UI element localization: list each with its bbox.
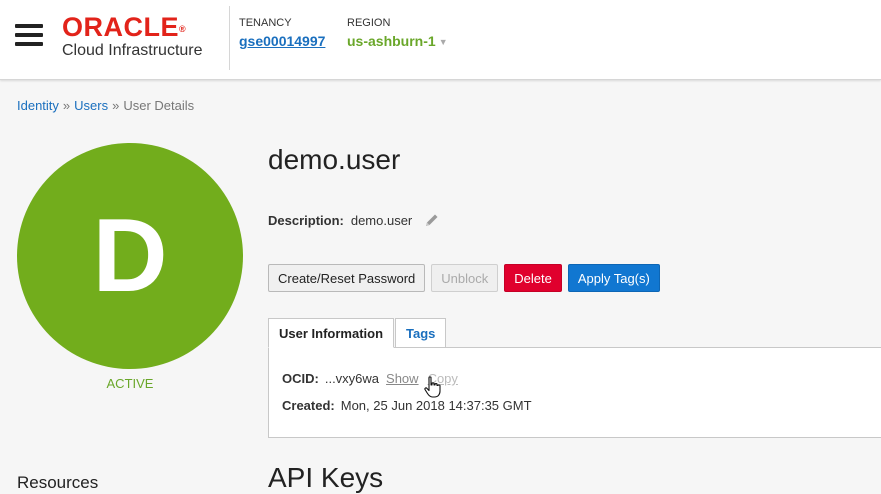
region-label: REGION bbox=[347, 17, 391, 29]
breadcrumb-separator: » bbox=[62, 98, 71, 113]
ocid-value: ...vxy6wa bbox=[324, 371, 380, 386]
logo-registered-mark: ® bbox=[179, 24, 187, 34]
apply-tags-button[interactable]: Apply Tag(s) bbox=[567, 264, 660, 292]
oracle-cloud-logo[interactable]: ORACLE® Cloud Infrastructure bbox=[62, 14, 222, 60]
api-keys-heading: API Keys bbox=[268, 462, 384, 493]
breadcrumb-users[interactable]: Users bbox=[74, 98, 108, 113]
detail-tabs: User Information Tags bbox=[268, 318, 447, 348]
logo-wordmark: ORACLE bbox=[62, 12, 179, 42]
breadcrumb-identity[interactable]: Identity bbox=[17, 98, 59, 113]
created-label: Created: bbox=[282, 398, 335, 413]
tab-tags[interactable]: Tags bbox=[395, 318, 447, 348]
created-row: Created: Mon, 25 Jun 2018 14:37:35 GMT bbox=[282, 398, 532, 413]
logo-subtitle: Cloud Infrastructure bbox=[62, 42, 203, 59]
create-reset-password-button[interactable]: Create/Reset Password bbox=[268, 264, 426, 292]
hand-pointer-icon bbox=[424, 376, 442, 398]
region-block: REGION us-ashburn-1 ▼ bbox=[347, 17, 448, 49]
tenancy-block: TENANCY gse00014997 bbox=[239, 17, 325, 49]
unblock-button[interactable]: Unblock bbox=[431, 264, 499, 292]
user-avatar: D bbox=[17, 143, 243, 369]
description-row: Description: demo.user bbox=[268, 212, 440, 228]
user-information-panel: OCID: ...vxy6wa Show Copy Created: Mon, … bbox=[268, 347, 881, 438]
region-value: us-ashburn-1 bbox=[347, 33, 436, 49]
show-ocid-link[interactable]: Show bbox=[386, 371, 419, 386]
region-selector[interactable]: us-ashburn-1 ▼ bbox=[347, 33, 448, 49]
tab-user-information[interactable]: User Information bbox=[268, 318, 395, 348]
header-divider bbox=[229, 6, 230, 70]
breadcrumb: Identity» Users» User Details bbox=[17, 98, 194, 113]
page-title: demo.user bbox=[268, 144, 401, 175]
created-value: Mon, 25 Jun 2018 14:37:35 GMT bbox=[340, 398, 532, 413]
avatar-letter: D bbox=[92, 198, 168, 314]
delete-button[interactable]: Delete bbox=[504, 264, 562, 292]
top-header: ORACLE® Cloud Infrastructure TENANCY gse… bbox=[0, 0, 881, 80]
breadcrumb-separator: » bbox=[112, 98, 120, 113]
hamburger-menu-icon[interactable] bbox=[15, 24, 43, 46]
pencil-icon[interactable] bbox=[424, 212, 440, 228]
breadcrumb-current: User Details bbox=[123, 98, 195, 113]
description-value: demo.user bbox=[350, 212, 413, 228]
action-buttons: Create/Reset Password Unblock Delete App… bbox=[268, 264, 666, 292]
resources-heading: Resources bbox=[17, 473, 99, 492]
tenancy-link[interactable]: gse00014997 bbox=[239, 33, 325, 49]
status-badge: ACTIVE bbox=[106, 376, 154, 391]
ocid-label: OCID: bbox=[282, 371, 319, 386]
chevron-down-icon: ▼ bbox=[438, 37, 448, 48]
tenancy-label: TENANCY bbox=[239, 17, 292, 29]
description-label: Description: bbox=[268, 212, 344, 228]
